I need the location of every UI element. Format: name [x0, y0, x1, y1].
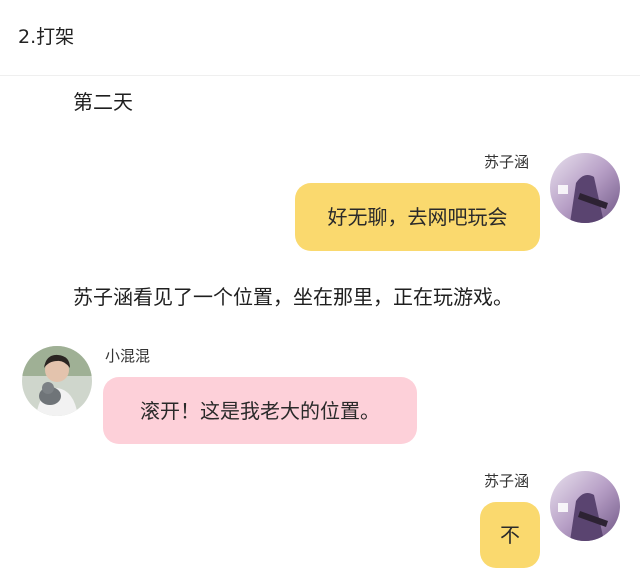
- message-bubble: 好无聊，去网吧玩会: [295, 183, 540, 251]
- narration-scene: 苏子涵看见了一个位置，坐在那里，正在玩游戏。: [73, 285, 513, 309]
- speaker-name: 苏子涵: [484, 472, 530, 490]
- speaker-name: 苏子涵: [484, 153, 530, 171]
- purple-character-avatar[interactable]: [550, 153, 620, 223]
- message-bubble: 滚开！这是我老大的位置。: [103, 377, 417, 444]
- boy-with-cat-avatar[interactable]: [22, 346, 92, 416]
- narration-day: 第二天: [73, 90, 133, 114]
- purple-character-avatar[interactable]: [550, 471, 620, 541]
- chapter-header: 2.打架: [0, 0, 640, 76]
- chapter-title: 2.打架: [18, 26, 75, 48]
- message-bubble: 不: [480, 502, 540, 568]
- speaker-name: 小混混: [105, 347, 151, 365]
